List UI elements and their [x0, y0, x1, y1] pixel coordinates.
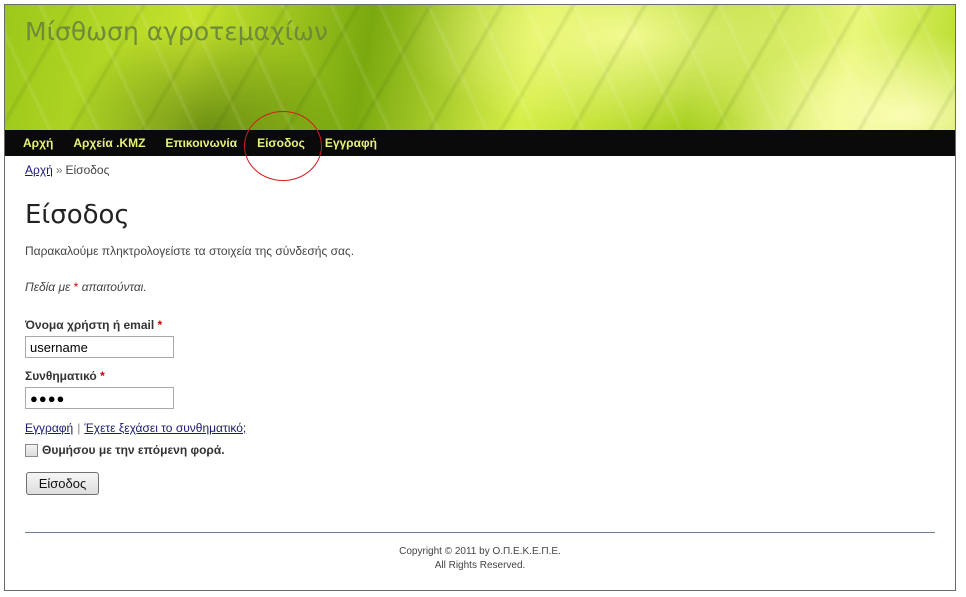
password-input[interactable] — [25, 387, 174, 409]
remember-me-label[interactable]: Θυμήσου με την επόμενη φορά. — [42, 443, 225, 457]
required-note-suffix: απαιτούνται. — [81, 280, 147, 294]
site-title[interactable]: Μίσθωση αγροτεμαχίων — [25, 17, 328, 46]
nav-item-home[interactable]: Αρχή — [23, 136, 53, 150]
footer-rights: All Rights Reserved. — [434, 560, 526, 571]
link-separator: | — [77, 421, 81, 435]
required-star: * — [100, 369, 105, 383]
main-nav: Αρχή Αρχεία .KMZ Επικοινωνία Είσοδος Εγγ… — [5, 130, 955, 156]
remember-me-checkbox[interactable] — [25, 443, 38, 457]
required-star: * — [157, 318, 163, 332]
register-link[interactable]: Εγγραφή — [25, 421, 73, 435]
account-links: Εγγραφή | Έχετε ξεχάσει το συνθηματικό; — [25, 421, 246, 435]
required-star: * — [73, 280, 79, 294]
intro-text: Παρακαλούμε πληκτρολογείστε τα στοιχεία … — [25, 244, 355, 258]
breadcrumb-separator: » — [55, 163, 63, 177]
breadcrumb-home-link[interactable]: Αρχή — [25, 163, 53, 177]
remember-me-row: Θυμήσου με την επόμενη φορά. — [25, 443, 225, 457]
nav-item-login[interactable]: Είσοδος — [257, 136, 305, 150]
required-note-prefix: Πεδία με — [25, 280, 71, 294]
page-frame: Μίσθωση αγροτεμαχίων Αρχή Αρχεία .KMZ Επ… — [4, 4, 956, 591]
forgot-password-link[interactable]: Έχετε ξεχάσει το συνθηματικό; — [84, 421, 246, 435]
footer-divider — [25, 532, 935, 533]
nav-item-contact[interactable]: Επικοινωνία — [165, 136, 237, 150]
page-title: Είσοδος — [25, 200, 130, 230]
password-label: Συνθηματικό * — [25, 369, 105, 383]
footer-copyright: Copyright © 2011 by Ο.Π.Ε.Κ.Ε.Π.Ε. — [399, 546, 561, 557]
login-submit-button[interactable]: Είσοδος — [26, 472, 99, 495]
nav-item-register[interactable]: Εγγραφή — [325, 136, 377, 150]
footer: Copyright © 2011 by Ο.Π.Ε.Κ.Ε.Π.Ε. All R… — [25, 545, 935, 573]
breadcrumb: Αρχή» Είσοδος — [25, 163, 109, 177]
username-input[interactable] — [25, 336, 174, 358]
breadcrumb-current: Είσοδος — [65, 163, 110, 177]
username-label-text: Όνομα χρήστη ή email — [25, 318, 155, 332]
required-fields-note: Πεδία με * απαιτούνται. — [25, 280, 147, 294]
password-label-text: Συνθηματικό — [25, 369, 97, 383]
nav-item-kmz-files[interactable]: Αρχεία .KMZ — [73, 136, 145, 150]
username-label: Όνομα χρήστη ή email * — [25, 318, 162, 332]
header-banner: Μίσθωση αγροτεμαχίων — [5, 5, 955, 130]
